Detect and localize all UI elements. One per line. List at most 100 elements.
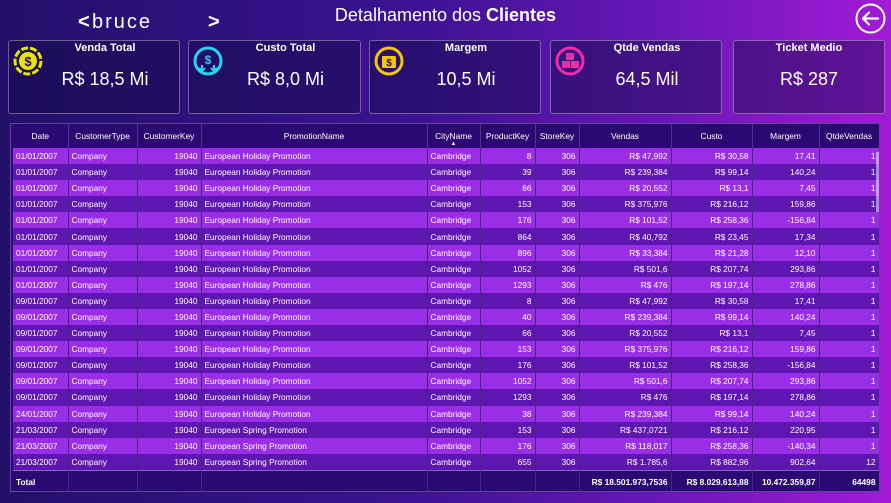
table-cell: 306 (535, 148, 580, 165)
table-cell: 159,86 (752, 341, 820, 358)
table-row[interactable]: 09/01/2007 Company 19040 European Holiday P… (13, 373, 879, 390)
table-cell: Cambridge (427, 389, 481, 406)
table-cell: 7,45 (752, 325, 820, 342)
column-header[interactable]: Custo (671, 124, 753, 148)
table-cell: Cambridge (427, 325, 481, 342)
column-header[interactable]: PromotionName (201, 124, 428, 148)
table-row[interactable]: 21/03/2007 Company 19040 European Spring Pr… (13, 437, 879, 454)
table-cell: -140,34 (752, 437, 820, 454)
table-cell: R$ 239,384 (579, 164, 672, 181)
table-cell: 896 (480, 244, 536, 261)
table-cell: Cambridge (427, 276, 481, 293)
kpi-label: Qtde Vendas (613, 42, 681, 54)
table-cell: R$ 20,552 (579, 180, 672, 197)
table-row[interactable]: 01/01/2007 Company 19040 European Holiday P… (13, 260, 879, 277)
table-cell: Company (68, 260, 138, 277)
column-header[interactable]: QtdeVendas (819, 124, 879, 148)
table-cell: 176 (480, 212, 536, 229)
table-cell: 09/01/2007 (13, 341, 69, 358)
table-cell: Cambridge (427, 148, 481, 165)
table-cell: 09/01/2007 (13, 308, 69, 326)
table-cell: 1 (819, 405, 879, 422)
table-cell: 1293 (480, 389, 536, 406)
table-cell: R$ 375,976 (579, 341, 672, 358)
table-cell: 655 (480, 453, 536, 471)
table-cell: 306 (535, 308, 580, 326)
table-row[interactable]: 21/03/2007 Company 19040 European Spring Pr… (13, 421, 879, 438)
table-cell: 01/01/2007 (13, 212, 69, 229)
table-cell: Cambridge (427, 357, 481, 374)
column-header[interactable]: CustomerKey (137, 124, 202, 148)
table-cell: 19040 (137, 244, 202, 261)
table-row[interactable]: 09/01/2007 Company 19040 European Holiday P… (13, 341, 879, 358)
table-cell: European Holiday Promotion (201, 228, 428, 245)
table-cell: R$ 258,36 (671, 212, 753, 229)
table-cell: 8 (480, 292, 536, 309)
table-cell: 176 (480, 357, 536, 374)
table-cell: 293,86 (752, 373, 820, 390)
table-cell: European Holiday Promotion (201, 325, 428, 342)
table-cell: 17,41 (752, 292, 820, 309)
column-header[interactable]: Margem (752, 124, 820, 148)
back-arrow-icon[interactable] (855, 3, 886, 34)
table-cell: R$ 47,992 (579, 292, 672, 309)
table-row[interactable]: 01/01/2007 Company 19040 European Holiday P… (13, 276, 879, 293)
table-cell: 19040 (137, 276, 202, 293)
table-row[interactable]: 01/01/2007 Company 19040 European Holiday P… (13, 164, 879, 181)
table-cell: 306 (535, 389, 580, 406)
table-row[interactable]: 09/01/2007 Company 19040 European Holiday P… (13, 357, 879, 374)
table-cell: 159,86 (752, 196, 820, 213)
kpi-value: 10,5 Mi (436, 69, 496, 89)
table-cell: R$ 239,384 (579, 405, 672, 422)
table-row[interactable]: 01/01/2007 Company 19040 European Holiday P… (13, 244, 879, 261)
table-cell: European Holiday Promotion (201, 373, 428, 390)
table-cell: 306 (535, 292, 580, 309)
table-row[interactable]: 09/01/2007 Company 19040 European Holiday P… (13, 308, 879, 326)
table-cell: Company (68, 148, 138, 165)
kpi-ticket-medio: Ticket Medio R$ 287 (733, 40, 885, 114)
table-row[interactable]: 01/01/2007 Company 19040 European Holiday P… (13, 148, 879, 165)
column-header[interactable]: CustomerType (68, 124, 138, 148)
table-cell: 306 (535, 357, 580, 374)
table-cell: 306 (535, 196, 580, 213)
table-row[interactable]: 09/01/2007 Company 19040 European Holiday P… (13, 325, 879, 342)
table-cell: 220,95 (752, 421, 820, 438)
table-cell: European Holiday Promotion (201, 164, 428, 181)
table-cell: 17,34 (752, 228, 820, 245)
column-header-label: CityName (435, 131, 472, 141)
column-header[interactable]: Vendas (579, 124, 672, 148)
table-row[interactable]: 01/01/2007 Company 19040 European Holiday P… (13, 180, 879, 197)
table-cell: 306 (535, 260, 580, 277)
table-cell: 66 (480, 325, 536, 342)
table-cell: 01/01/2007 (13, 196, 69, 213)
table-row[interactable]: 09/01/2007 Company 19040 European Holiday P… (13, 292, 879, 309)
table-row[interactable]: 01/01/2007 Company 19040 European Holiday P… (13, 228, 879, 245)
table-cell: 21/03/2007 (13, 453, 69, 471)
table-cell: European Holiday Promotion (201, 260, 428, 277)
table-cell: 1 (819, 228, 879, 245)
table-total-row: Total R$ 18.501.973,7536 R$ 8.029.613,88 10… (13, 469, 879, 491)
total-cell: 10.472.359,87 (752, 469, 820, 491)
total-cell (427, 469, 481, 491)
table-cell: R$ 476 (579, 389, 672, 406)
column-header-sorted[interactable]: CityName ▲ (427, 124, 481, 148)
table-cell: Company (68, 308, 138, 326)
vertical-scrollbar[interactable] (876, 152, 879, 212)
kpi-label: Venda Total (74, 42, 136, 54)
column-header[interactable]: StoreKey (535, 124, 580, 148)
table-row[interactable]: 24/01/2007 Company 19040 European Holiday P… (13, 405, 879, 422)
table-row[interactable]: 01/01/2007 Company 19040 European Holiday P… (13, 196, 879, 213)
table-cell: 24/01/2007 (13, 405, 69, 422)
table-cell: European Holiday Promotion (201, 357, 428, 374)
table-cell: 19040 (137, 164, 202, 181)
kpi-value: R$ 18,5 Mi (61, 69, 149, 89)
table-row[interactable]: 21/03/2007 Company 19040 European Spring Pr… (13, 453, 879, 471)
table-cell: R$ 13,1 (671, 180, 753, 197)
column-header[interactable]: ProductKey (480, 124, 536, 148)
table-row[interactable]: 01/01/2007 Company 19040 European Holiday P… (13, 212, 879, 229)
table-row[interactable]: 09/01/2007 Company 19040 European Holiday P… (13, 389, 879, 406)
table-cell: R$ 101,52 (579, 357, 672, 374)
column-header[interactable]: Date (13, 124, 69, 148)
table-header-row: Date CustomerType CustomerKey PromotionN… (13, 124, 879, 148)
table-cell: 1 (819, 212, 879, 229)
